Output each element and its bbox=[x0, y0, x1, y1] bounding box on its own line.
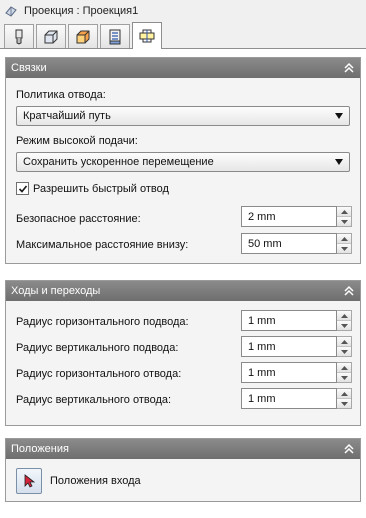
arrow-up-icon bbox=[340, 236, 348, 241]
collapse-chevron-icon[interactable] bbox=[343, 443, 355, 455]
tab-stock[interactable] bbox=[36, 24, 66, 48]
properties-panel: Связки Политика отвода: Кратчайший путь … bbox=[0, 48, 366, 518]
leads-section-title: Ходы и переходы bbox=[11, 285, 101, 297]
arrow-up-icon bbox=[340, 339, 348, 344]
spin-down-button[interactable] bbox=[337, 216, 351, 226]
positions-section-header[interactable]: Положения bbox=[6, 439, 360, 459]
max-stay-down-label: Максимальное расстояние внизу: bbox=[16, 239, 189, 251]
linking-icon bbox=[139, 29, 155, 43]
geometry-box-icon bbox=[76, 30, 90, 43]
spin-up-button[interactable] bbox=[337, 337, 351, 346]
tool-icon bbox=[15, 29, 23, 45]
links-section-title: Связки bbox=[11, 62, 47, 74]
vert-lead-in-input[interactable] bbox=[241, 336, 337, 357]
positions-section-title: Положения bbox=[11, 443, 69, 455]
allow-rapid-retract-row[interactable]: Разрешить быстрый отвод bbox=[16, 182, 169, 195]
horiz-lead-out-spinner[interactable] bbox=[241, 362, 352, 383]
max-stay-down-input[interactable] bbox=[241, 233, 337, 254]
allow-rapid-retract-label: Разрешить быстрый отвод bbox=[33, 182, 169, 195]
arrow-up-icon bbox=[340, 209, 348, 214]
vert-lead-out-spinner[interactable] bbox=[241, 388, 352, 409]
leads-section: Ходы и переходы Радиус горизонтального п… bbox=[5, 280, 361, 426]
tab-linking[interactable] bbox=[132, 22, 162, 49]
max-stay-down-spinner[interactable] bbox=[241, 233, 352, 254]
vert-lead-in-spinner[interactable] bbox=[241, 336, 352, 357]
title-bar: Проекция : Проекция1 bbox=[0, 0, 366, 22]
tab-tool[interactable] bbox=[4, 24, 34, 48]
horiz-lead-in-label: Радиус горизонтального подвода: bbox=[16, 316, 189, 328]
dropdown-arrow-icon bbox=[335, 159, 343, 165]
horiz-lead-out-input[interactable] bbox=[241, 362, 337, 383]
spin-down-button[interactable] bbox=[337, 243, 351, 253]
vert-lead-in-label: Радиус вертикального подвода: bbox=[16, 342, 179, 354]
horiz-lead-in-spinner[interactable] bbox=[241, 310, 352, 331]
safe-distance-input[interactable] bbox=[241, 206, 337, 227]
spin-up-button[interactable] bbox=[337, 363, 351, 372]
window-title: Проекция : Проекция1 bbox=[24, 5, 139, 17]
arrow-down-icon bbox=[340, 349, 348, 354]
dropdown-arrow-icon bbox=[335, 113, 343, 119]
vert-lead-out-label: Радиус вертикального отвода: bbox=[16, 394, 172, 406]
high-feed-label: Режим высокой подачи: bbox=[16, 135, 138, 147]
checkmark-icon bbox=[18, 184, 27, 193]
allow-rapid-retract-checkbox[interactable] bbox=[16, 182, 29, 195]
tab-heights[interactable] bbox=[100, 24, 130, 48]
entry-positions-button[interactable] bbox=[16, 468, 42, 494]
retract-policy-label: Политика отвода: bbox=[16, 89, 106, 101]
horiz-lead-out-label: Радиус горизонтального отвода: bbox=[16, 368, 182, 380]
heights-icon bbox=[109, 29, 121, 44]
vert-lead-out-input[interactable] bbox=[241, 388, 337, 409]
arrow-down-icon bbox=[340, 401, 348, 406]
tab-geometry[interactable] bbox=[68, 24, 98, 48]
positions-section: Положения Положения входа bbox=[5, 438, 361, 502]
retract-policy-value: Кратчайший путь bbox=[23, 110, 111, 122]
spin-up-button[interactable] bbox=[337, 311, 351, 320]
leads-section-header[interactable]: Ходы и переходы bbox=[6, 281, 360, 301]
spin-down-button[interactable] bbox=[337, 346, 351, 356]
safe-distance-label: Безопасное расстояние: bbox=[16, 213, 141, 225]
safe-distance-spinner[interactable] bbox=[241, 206, 352, 227]
collapse-chevron-icon[interactable] bbox=[343, 62, 355, 74]
links-section-header[interactable]: Связки bbox=[6, 58, 360, 78]
spin-down-button[interactable] bbox=[337, 398, 351, 408]
arrow-up-icon bbox=[340, 365, 348, 370]
arrow-down-icon bbox=[340, 219, 348, 224]
retract-policy-dropdown[interactable]: Кратчайший путь bbox=[16, 106, 350, 126]
arrow-up-icon bbox=[340, 313, 348, 318]
spin-down-button[interactable] bbox=[337, 372, 351, 382]
spin-up-button[interactable] bbox=[337, 234, 351, 243]
stock-box-icon bbox=[44, 30, 58, 43]
collapse-chevron-icon[interactable] bbox=[343, 285, 355, 297]
spin-up-button[interactable] bbox=[337, 389, 351, 398]
spin-down-button[interactable] bbox=[337, 320, 351, 330]
arrow-down-icon bbox=[340, 375, 348, 380]
high-feed-dropdown[interactable]: Сохранить ускоренное перемещение bbox=[16, 152, 350, 172]
projection-icon bbox=[5, 6, 17, 17]
horiz-lead-in-input[interactable] bbox=[241, 310, 337, 331]
spin-up-button[interactable] bbox=[337, 207, 351, 216]
arrow-up-icon bbox=[340, 391, 348, 396]
tab-strip bbox=[0, 22, 366, 49]
cursor-arrow-icon bbox=[24, 474, 36, 488]
entry-positions-label: Положения входа bbox=[50, 475, 141, 487]
arrow-down-icon bbox=[340, 246, 348, 251]
links-section: Связки Политика отвода: Кратчайший путь … bbox=[5, 57, 361, 264]
high-feed-value: Сохранить ускоренное перемещение bbox=[23, 156, 214, 168]
arrow-down-icon bbox=[340, 323, 348, 328]
